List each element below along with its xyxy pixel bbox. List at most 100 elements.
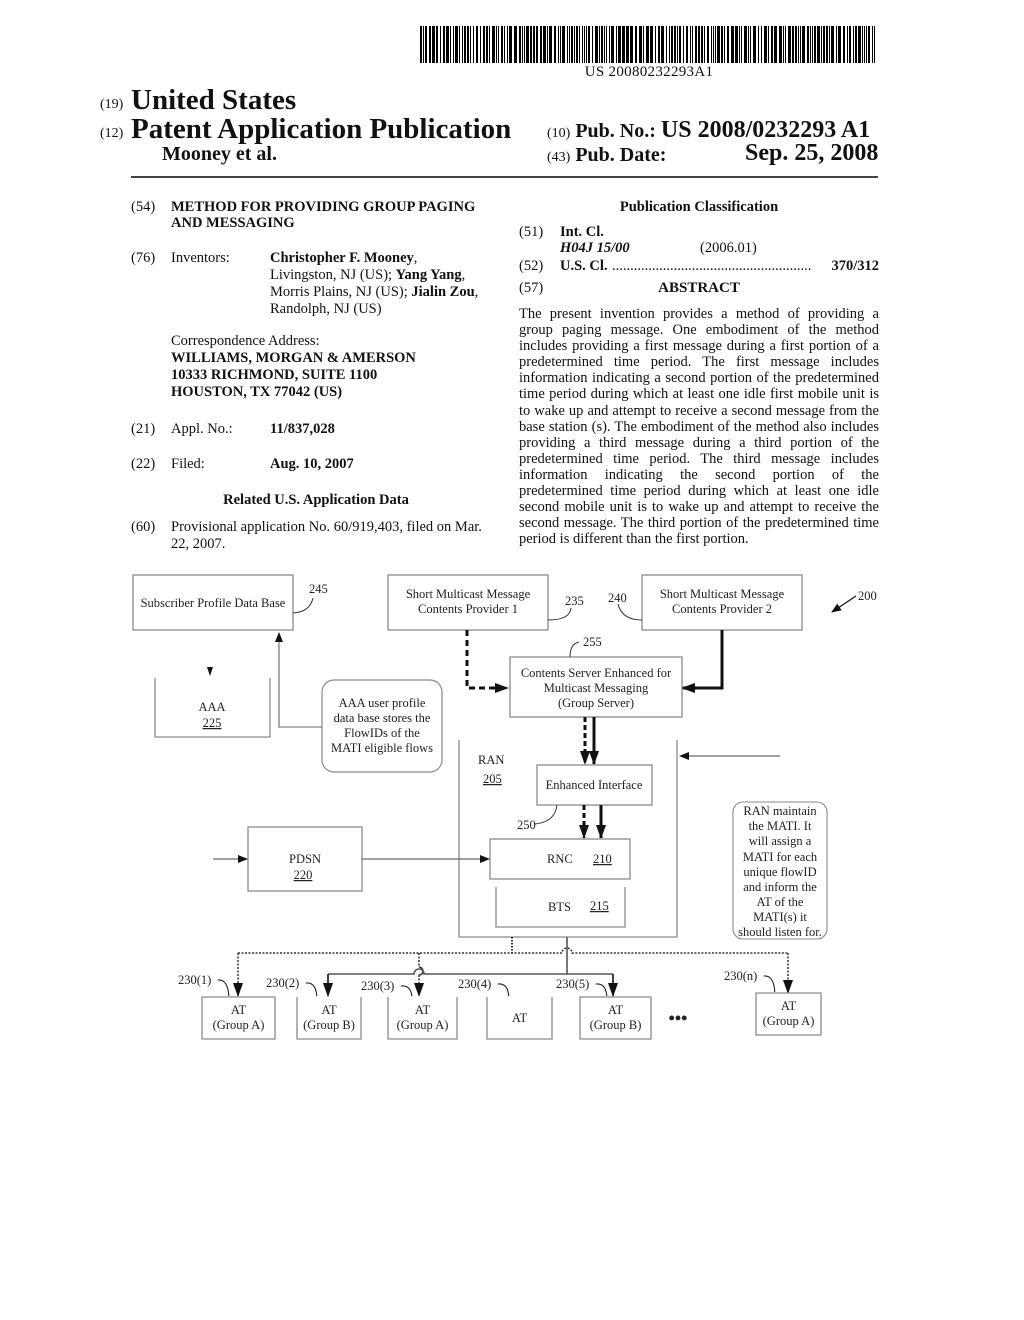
barcode-bar: [731, 26, 734, 63]
svg-text:will assign a: will assign a: [749, 834, 812, 848]
barcode-bar: [519, 26, 521, 63]
barcode-bar: [533, 26, 535, 63]
barcode-bar: [622, 26, 625, 63]
barcode-bar: [504, 26, 505, 63]
access-terminal: AT(Group A) 230(1): [178, 973, 276, 1040]
terminal-label: AT: [321, 1003, 337, 1017]
barcode-bar: [606, 26, 607, 63]
us-cl-code: (52): [519, 258, 544, 274]
barcode-bar: [836, 26, 837, 63]
country-name: United States: [131, 84, 297, 116]
barcode-bar: [455, 26, 458, 63]
barcode-bar: [701, 26, 703, 63]
barcode-bar: [507, 26, 508, 63]
ran-note-callout: RAN maintain the MATI. It will assign a …: [732, 801, 828, 940]
svg-text:MATI for each: MATI for each: [743, 850, 818, 864]
appl-label: Appl. No.:: [171, 421, 233, 437]
barcode-bar: [425, 26, 427, 63]
terminal-label: AT: [781, 999, 797, 1013]
distribution-lines: [233, 937, 793, 997]
barcode-bar: [601, 26, 603, 63]
bts: BTS 215: [495, 887, 626, 928]
ran-ref: 205: [483, 772, 502, 786]
invention-title: METHOD FOR PROVIDING GROUP PAGING AND ME…: [171, 199, 476, 231]
barcode-bar: [785, 26, 786, 63]
barcode-bar: [683, 26, 684, 63]
barcode-bar: [802, 26, 805, 63]
barcode-bar: [868, 26, 870, 63]
access-terminals: AT(Group A)230(1)AT(Group B)230(2)AT(Gro…: [178, 969, 822, 1040]
barcode-bar: [838, 26, 841, 63]
pub-date-value: Sep. 25, 2008: [745, 140, 879, 166]
barcode-bar: [626, 26, 629, 63]
svg-text:Contents Server Enhanced for: Contents Server Enhanced for: [521, 666, 672, 680]
barcode-bar: [715, 26, 716, 63]
barcode-bar: [462, 26, 463, 63]
bts-ref: 215: [590, 899, 609, 913]
barcode-bar: [847, 26, 848, 63]
svg-text:Contents Provider 2: Contents Provider 2: [672, 602, 772, 616]
aaa-label: AAA: [198, 700, 225, 714]
country-code: (19): [100, 97, 124, 112]
barcode-bar: [677, 26, 678, 63]
solid-flow-arrow: [681, 630, 724, 693]
svg-text:Short Multicast Message: Short Multicast Message: [660, 587, 785, 601]
barcode-bar: [567, 26, 568, 63]
doc-type-code: (12): [100, 126, 124, 141]
barcode-bar: [530, 26, 532, 63]
svg-text:should listen for.: should listen for.: [738, 925, 822, 939]
barcode-bar: [679, 26, 681, 63]
barcode-bar: [814, 26, 816, 63]
barcode-bar: [761, 26, 762, 63]
correspondence-label: Correspondence Address:: [171, 333, 320, 349]
pub-date-label: Pub. Date:: [575, 144, 667, 166]
inventor-name: Christopher F. Mooney: [270, 250, 414, 266]
barcode-bar: [744, 26, 747, 63]
barcode-bar: [562, 26, 565, 63]
barcode-bar: [571, 26, 573, 63]
barcode-bar: [853, 26, 854, 63]
barcode-bar: [858, 26, 861, 63]
barcode-bar: [547, 26, 548, 63]
terminal-ref: 230(n): [724, 969, 757, 983]
rnc-label: RNC: [547, 852, 573, 866]
terminal-group: (Group B): [303, 1018, 355, 1032]
barcode-bar: [704, 26, 705, 63]
barcode-bar: [509, 26, 512, 63]
barcode-bar: [440, 26, 441, 63]
system-diagram: Subscriber Profile Data Base 245 AAA 225…: [132, 574, 877, 1040]
barcode-bar: [771, 26, 773, 63]
barcode-bar: [692, 26, 693, 63]
barcode-bar: [666, 26, 667, 63]
provisional-line: 22, 2007.: [171, 536, 226, 552]
related-data-heading: Related U.S. Application Data: [223, 492, 409, 508]
barcode-bar: [750, 26, 751, 63]
barcode-bar: [579, 26, 580, 63]
barcode-bar: [436, 26, 438, 63]
barcode-bar: [864, 26, 865, 63]
barcode-bar: [674, 26, 676, 63]
barcode-bar: [707, 26, 709, 63]
leader-line: [497, 983, 510, 997]
barcode-bar: [635, 26, 637, 63]
header-divider: [131, 176, 878, 178]
terminal-group: (Group A): [397, 1018, 449, 1032]
dashed-flow-arrow: [465, 630, 509, 693]
provider2-ref: 240: [608, 591, 627, 605]
barcode-bar: [543, 26, 546, 63]
appl-code: (21): [131, 421, 156, 437]
barcode-bar: [586, 26, 587, 63]
barcode-bar: [574, 26, 575, 63]
terminal-label: AT: [415, 1003, 431, 1017]
barcode-bar: [609, 26, 610, 63]
barcode-bar: [849, 26, 851, 63]
barcode-bar: [592, 26, 593, 63]
access-terminal: AT(Group A) 230(n): [724, 969, 822, 1036]
int-cl-code: (51): [519, 224, 544, 240]
barcode: [420, 26, 875, 63]
terminal-group: (Group A): [213, 1018, 265, 1032]
barcode-bar: [604, 26, 605, 63]
inventors-label: Inventors:: [171, 250, 230, 266]
barcode-bar: [721, 26, 723, 63]
barcode-bar: [423, 26, 424, 63]
